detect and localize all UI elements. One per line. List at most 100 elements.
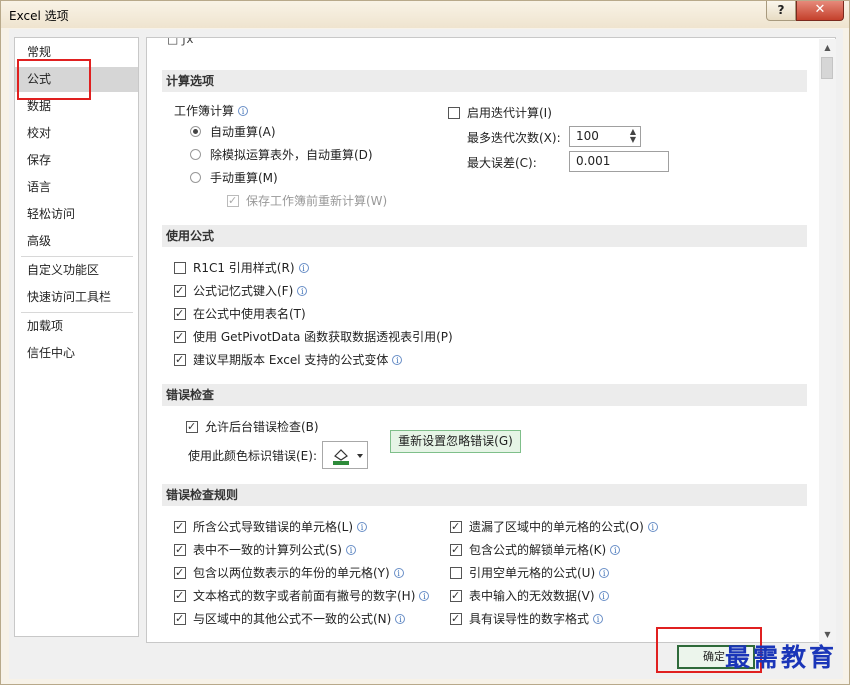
checkbox[interactable]: [450, 567, 462, 579]
checkbox[interactable]: [174, 611, 186, 627]
sidebar-nav: 常规 公式 数据 校对 保存 语言 轻松访问 高级 自定义功能区 快速访问工具栏…: [14, 37, 139, 637]
checkbox[interactable]: [450, 542, 462, 558]
checkbox[interactable]: [174, 588, 186, 604]
checkbox[interactable]: [174, 262, 186, 274]
sidebar-item-save[interactable]: 保存: [15, 148, 138, 173]
sidebar-item-advanced[interactable]: 高级: [15, 229, 138, 254]
suggest-compat-label: 建议早期版本 Excel 支持的公式变体: [193, 353, 389, 367]
checkbox[interactable]: [174, 352, 186, 368]
autocomplete-label: 公式记忆式键入(F): [193, 284, 294, 298]
rule-left-2[interactable]: 包含以两位数表示的年份的单元格(Y)i: [174, 565, 404, 581]
error-color-picker[interactable]: [322, 441, 368, 469]
recalc-before-save-checkbox: 保存工作簿前重新计算(W): [227, 193, 387, 209]
rule-label: 所含公式导致错误的单元格(L): [193, 520, 354, 534]
max-change-label: 最大误差(C):: [467, 156, 537, 170]
sidebar-item-accessibility[interactable]: 轻松访问: [15, 202, 138, 227]
getpivotdata-checkbox[interactable]: 使用 GetPivotData 函数获取数据透视表引用(P): [174, 329, 453, 345]
info-icon: i: [599, 568, 610, 578]
title-bar: Excel 选项 ? ✕: [1, 1, 849, 28]
checkbox[interactable]: [174, 306, 186, 322]
checkbox[interactable]: [174, 283, 186, 299]
rule-label: 遗漏了区域中的单元格的公式(O): [469, 520, 644, 534]
rule-left-3[interactable]: 文本格式的数字或者前面有撇号的数字(H)i: [174, 588, 430, 604]
checkbox[interactable]: [450, 611, 462, 627]
rule-left-1[interactable]: 表中不一致的计算列公式(S)i: [174, 542, 356, 558]
sidebar-divider: [21, 312, 133, 313]
options-panel: □ ƒx 计算选项 工作簿计算 i 自动重算(A) 除模拟运算表外，自动重算(D)…: [146, 37, 836, 643]
dialog-body: 常规 公式 数据 校对 保存 语言 轻松访问 高级 自定义功能区 快速访问工具栏…: [9, 29, 843, 679]
sidebar-item-customize-ribbon[interactable]: 自定义功能区: [15, 258, 138, 283]
reset-ignored-errors-button[interactable]: 重新设置忽略错误(G): [390, 430, 521, 453]
radio-automatic[interactable]: 自动重算(A): [190, 124, 276, 140]
rule-label: 包含以两位数表示的年份的单元格(Y): [193, 566, 390, 580]
info-icon: i: [297, 286, 308, 296]
scrollbar-thumb[interactable]: [821, 57, 833, 79]
error-color-label: 使用此颜色标识错误(E):: [188, 449, 317, 463]
info-icon: i: [593, 614, 604, 624]
checkbox[interactable]: [174, 542, 186, 558]
checkbox[interactable]: [174, 565, 186, 581]
radio-button[interactable]: [190, 126, 201, 137]
rule-right-4[interactable]: 具有误导性的数字格式i: [450, 611, 604, 627]
max-iterations-label: 最多迭代次数(X):: [467, 131, 561, 145]
help-button[interactable]: ?: [766, 1, 796, 21]
rule-label: 表中输入的无效数据(V): [469, 589, 595, 603]
checkbox[interactable]: [450, 588, 462, 604]
close-button[interactable]: ✕: [796, 1, 844, 21]
radio-button[interactable]: [190, 149, 201, 160]
info-icon: i: [393, 568, 404, 578]
checkbox: [227, 193, 239, 209]
sidebar-item-proofing[interactable]: 校对: [15, 121, 138, 146]
section-error-checking-rules: 错误检查规则: [162, 484, 807, 506]
checkbox[interactable]: [186, 419, 198, 435]
rule-label: 表中不一致的计算列公式(S): [193, 543, 342, 557]
rule-label: 具有误导性的数字格式: [469, 612, 590, 626]
sidebar-item-language[interactable]: 语言: [15, 175, 138, 200]
max-change-input[interactable]: 0.001: [569, 151, 669, 172]
scroll-up-icon[interactable]: ▲: [819, 39, 836, 56]
watermark-text: 最需教育: [725, 643, 838, 672]
excel-options-dialog: Excel 选项 ? ✕ 常规 公式 数据 校对 保存 语言 轻松访问 高级 自…: [0, 0, 850, 685]
info-icon: i: [357, 522, 368, 532]
r1c1-checkbox[interactable]: R1C1 引用样式(R) i: [174, 260, 309, 276]
recalc-before-save-label: 保存工作簿前重新计算(W): [246, 194, 388, 208]
formula-autocomplete-checkbox[interactable]: 公式记忆式键入(F)i: [174, 283, 308, 299]
checkbox[interactable]: [450, 519, 462, 535]
rule-left-4[interactable]: 与区域中的其他公式不一致的公式(N)i: [174, 611, 406, 627]
radio-button[interactable]: [190, 172, 201, 183]
rule-right-1[interactable]: 包含公式的解锁单元格(K)i: [450, 542, 621, 558]
rule-label: 引用空单元格的公式(U): [469, 566, 596, 580]
table-names-checkbox[interactable]: 在公式中使用表名(T): [174, 306, 306, 322]
section-working-with-formulas: 使用公式: [162, 225, 807, 247]
rule-left-0[interactable]: 所含公式导致错误的单元格(L)i: [174, 519, 368, 535]
max-iterations-value: 100: [576, 129, 599, 143]
rule-right-3[interactable]: 表中输入的无效数据(V)i: [450, 588, 609, 604]
rule-right-0[interactable]: 遗漏了区域中的单元格的公式(O)i: [450, 519, 658, 535]
rule-label: 文本格式的数字或者前面有撇号的数字(H): [193, 589, 416, 603]
info-icon: i: [610, 545, 621, 555]
spinner-icon[interactable]: ▲ ▼: [628, 128, 638, 145]
rule-right-2[interactable]: 引用空单元格的公式(U) i: [450, 565, 610, 581]
checkbox[interactable]: [174, 519, 186, 535]
info-icon: i: [647, 522, 658, 532]
sidebar-item-quick-access[interactable]: 快速访问工具栏: [15, 285, 138, 310]
sidebar-item-addins[interactable]: 加载项: [15, 314, 138, 339]
section-error-checking: 错误检查: [162, 384, 807, 406]
iterative-calc-checkbox[interactable]: 启用迭代计算(I): [448, 105, 552, 121]
background-error-checking-checkbox[interactable]: 允许后台错误检查(B): [186, 419, 319, 435]
suggest-compat-checkbox[interactable]: 建议早期版本 Excel 支持的公式变体i: [174, 352, 403, 368]
info-icon: i: [345, 545, 356, 555]
dialog-title: Excel 选项: [9, 9, 69, 23]
max-iterations-input[interactable]: 100 ▲ ▼: [569, 126, 641, 147]
sidebar-item-trust-center[interactable]: 信任中心: [15, 341, 138, 366]
highlight-formulas-box: [17, 59, 91, 100]
vertical-scrollbar[interactable]: ▲ ▼: [819, 39, 836, 643]
workbook-calc-text: 工作簿计算: [174, 104, 235, 118]
info-icon: i: [598, 591, 609, 601]
info-icon: i: [419, 591, 430, 601]
checkbox[interactable]: [174, 329, 186, 345]
radio-manual[interactable]: 手动重算(M): [190, 170, 278, 186]
info-icon: i: [238, 106, 249, 116]
radio-automatic-except-tables[interactable]: 除模拟运算表外，自动重算(D): [190, 147, 373, 163]
checkbox[interactable]: [448, 107, 460, 119]
